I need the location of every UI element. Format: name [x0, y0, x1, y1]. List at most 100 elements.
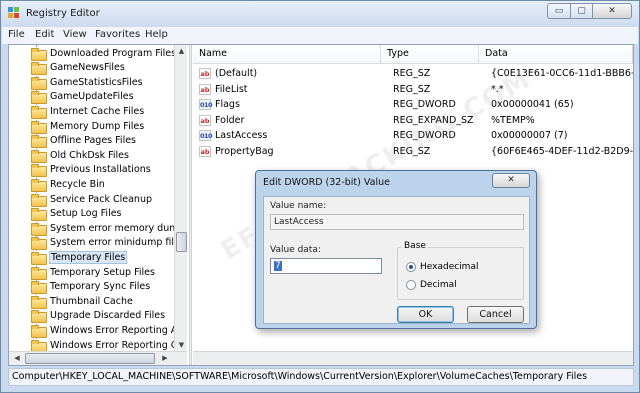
ok-button[interactable]: OK: [397, 306, 454, 323]
maximize-button[interactable]: ▢: [570, 3, 593, 19]
tree-item[interactable]: Setup Log Files: [31, 207, 123, 222]
tree-item[interactable]: Offline Pages Files: [31, 134, 137, 149]
close-icon: ✕: [507, 175, 515, 185]
value-type: REG_SZ: [393, 84, 431, 95]
value-type: REG_DWORD: [393, 130, 456, 141]
radio-decimal-label: Decimal: [420, 280, 457, 290]
value-data: *.*: [491, 84, 504, 95]
value-row[interactable]: 010 LastAccess REG_DWORD 0x00000007 (7): [193, 128, 633, 143]
tree-horizontal-scrollbar[interactable]: ◀ ▶: [9, 351, 187, 365]
menu-file[interactable]: File: [8, 29, 25, 40]
value-data: 0x00000007 (7): [491, 130, 568, 141]
tree-item[interactable]: Temporary Sync Files: [31, 280, 151, 295]
dialog-title: Edit DWORD (32-bit) Value: [263, 177, 390, 188]
radio-selected-icon[interactable]: [406, 262, 416, 272]
value-row[interactable]: ab FileList REG_SZ *.*: [193, 82, 633, 97]
value-data: {60F6E465-4DEF-11d2-B2D9-00C04: [491, 146, 633, 157]
folder-icon: [31, 281, 47, 295]
folder-icon: [31, 251, 47, 265]
tree-item[interactable]: GameUpdateFiles: [31, 90, 135, 105]
tree-item[interactable]: GameNewsFiles: [31, 61, 126, 76]
minimize-icon: ▭: [554, 6, 564, 16]
tree-item[interactable]: GameStatisticsFiles: [31, 75, 144, 90]
column-header-name[interactable]: Name: [193, 45, 381, 64]
folder-icon: [31, 295, 47, 309]
tree-item-selected[interactable]: Temporary Files: [31, 250, 128, 265]
column-header-data[interactable]: Data: [479, 45, 633, 64]
scroll-thumb[interactable]: [176, 232, 187, 252]
folder-icon: [31, 324, 47, 338]
value-data: 0x00000041 (65): [491, 99, 574, 110]
close-icon: ✕: [608, 6, 616, 16]
column-header-type[interactable]: Type: [381, 45, 479, 64]
value-name: (Default): [215, 68, 258, 79]
base-label: Base: [402, 241, 428, 251]
menu-favorites[interactable]: Favorites: [95, 29, 140, 40]
value-type: REG_EXPAND_SZ: [393, 115, 474, 126]
tree-item[interactable]: Old ChkDsk Files: [31, 148, 130, 163]
value-data: {C0E13E61-0CC6-11d1-BBB6-00609: [491, 68, 633, 79]
dialog-close-button[interactable]: ✕: [492, 173, 530, 188]
close-button[interactable]: ✕: [592, 3, 632, 19]
value-type: REG_SZ: [393, 146, 431, 157]
tree-item[interactable]: Memory Dump Files: [31, 119, 145, 134]
string-value-icon: ab: [199, 115, 211, 126]
scroll-right-icon[interactable]: ▶: [159, 353, 171, 364]
dword-value-icon: 010: [199, 130, 213, 141]
value-data-input[interactable]: 7: [270, 258, 382, 274]
radio-unselected-icon[interactable]: [406, 280, 416, 290]
menu-bar: File Edit View Favorites Help: [2, 27, 638, 44]
string-value-icon: ab: [199, 68, 211, 79]
tree-item[interactable]: System error memory dump: [31, 221, 186, 236]
value-row[interactable]: 010 Flags REG_DWORD 0x00000041 (65): [193, 97, 633, 112]
value-type: REG_DWORD: [393, 99, 456, 110]
value-data-text: 7: [274, 261, 282, 271]
tree-item[interactable]: Temporary Setup Files: [31, 265, 156, 280]
cancel-button[interactable]: Cancel: [467, 306, 524, 323]
folder-icon: [31, 135, 47, 149]
string-value-icon: ab: [199, 146, 211, 157]
menu-help[interactable]: Help: [145, 29, 168, 40]
menu-edit[interactable]: Edit: [35, 29, 54, 40]
tree-item[interactable]: Upgrade Discarded Files: [31, 309, 166, 324]
menu-view[interactable]: View: [63, 29, 87, 40]
tree-item[interactable]: Internet Cache Files: [31, 104, 145, 119]
tree-item[interactable]: Downloaded Program Files: [31, 46, 177, 61]
folder-icon: [31, 237, 47, 251]
folder-icon: [31, 266, 47, 280]
folder-icon: [31, 149, 47, 163]
tree-item[interactable]: Recycle Bin: [31, 177, 106, 192]
value-name: LastAccess: [215, 130, 268, 141]
folder-icon: [31, 339, 47, 353]
dialog-body: Value name: LastAccess Value data: 7 Bas…: [263, 196, 530, 324]
radio-hexadecimal-label: Hexadecimal: [420, 262, 479, 272]
value-row[interactable]: ab PropertyBag REG_SZ {60F6E465-4DEF-11d…: [193, 144, 633, 159]
values-horizontal-scrollbar[interactable]: [193, 351, 633, 365]
value-row[interactable]: ab (Default) REG_SZ {C0E13E61-0CC6-11d1-…: [193, 66, 633, 81]
dword-value-icon: 010: [199, 99, 213, 110]
folder-icon: [31, 47, 47, 61]
title-bar[interactable]: Registry Editor ▭ ▢ ✕: [1, 1, 639, 27]
status-bar-path: Computer\HKEY_LOCAL_MACHINE\SOFTWARE\Mic…: [8, 368, 634, 386]
tree-item[interactable]: Thumbnail Cache: [31, 294, 134, 309]
folder-icon: [31, 164, 47, 178]
folder-icon: [31, 62, 47, 76]
scroll-down-icon[interactable]: ▼: [176, 339, 187, 351]
radio-hexadecimal[interactable]: Hexadecimal: [406, 261, 478, 273]
tree-vertical-scrollbar[interactable]: ▲ ▼: [174, 45, 187, 351]
scroll-left-icon[interactable]: ◀: [11, 353, 23, 364]
tree-item[interactable]: Windows Error Reporting Q: [31, 338, 179, 353]
radio-decimal[interactable]: Decimal: [406, 279, 457, 291]
tree-item[interactable]: System error minidump file: [31, 236, 181, 251]
pane-splitter[interactable]: [189, 45, 192, 365]
tree-item[interactable]: Windows Error Reporting A: [31, 323, 178, 338]
window-title: Registry Editor: [26, 8, 100, 19]
tree-item[interactable]: Service Pack Cleanup: [31, 192, 153, 207]
value-name: FileList: [215, 84, 248, 95]
scroll-up-icon[interactable]: ▲: [176, 45, 187, 57]
tree-item[interactable]: Previous Installations: [31, 163, 152, 178]
value-row[interactable]: ab Folder REG_EXPAND_SZ %TEMP%: [193, 113, 633, 128]
minimize-button[interactable]: ▭: [547, 3, 571, 19]
key-tree-pane: Downloaded Program Files GameNewsFiles G…: [9, 45, 187, 365]
scroll-thumb[interactable]: [25, 353, 155, 364]
